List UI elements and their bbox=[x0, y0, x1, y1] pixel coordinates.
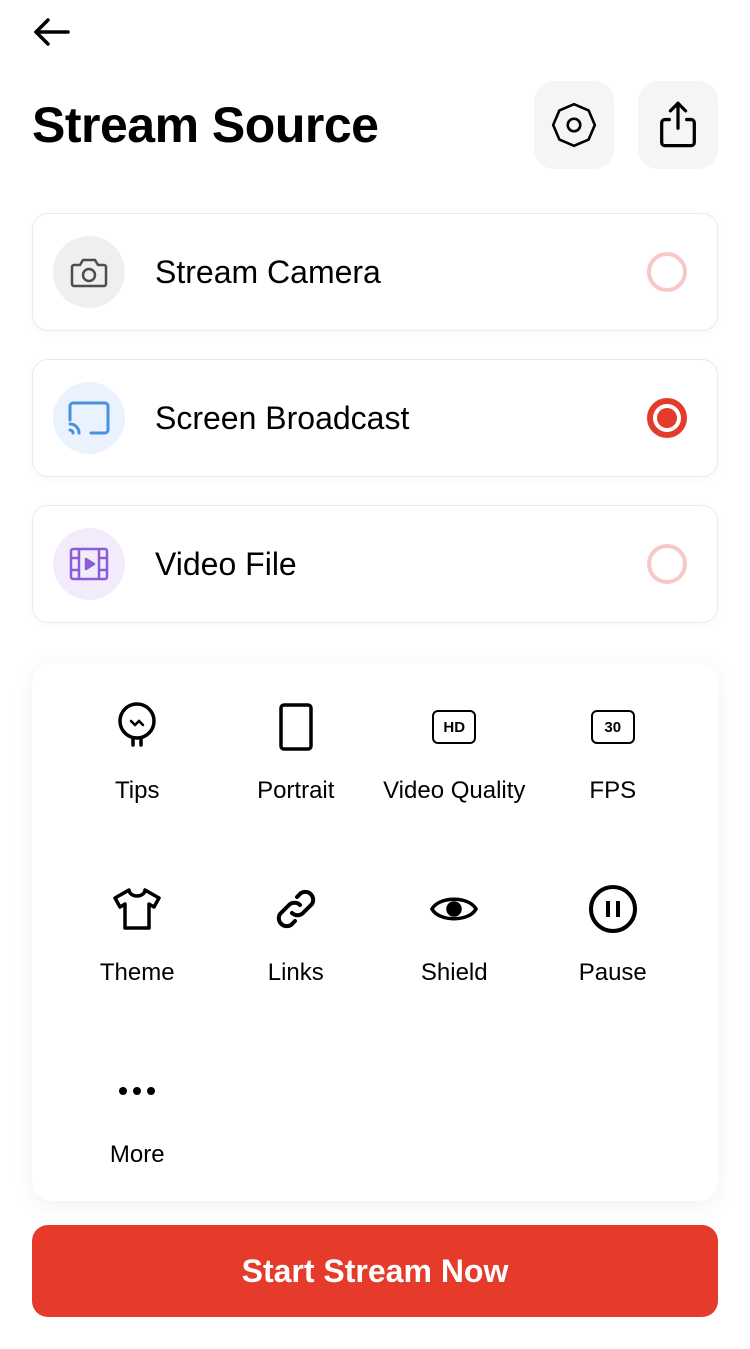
tool-pause[interactable]: Pause bbox=[534, 881, 693, 987]
tool-video-quality[interactable]: HD Video Quality bbox=[375, 699, 534, 805]
tool-theme[interactable]: Theme bbox=[58, 881, 217, 987]
pause-icon bbox=[585, 881, 641, 937]
source-video-file[interactable]: Video File bbox=[32, 505, 718, 623]
shirt-icon bbox=[109, 881, 165, 937]
tool-fps[interactable]: 30 FPS bbox=[534, 699, 693, 805]
arrow-left-icon bbox=[32, 16, 72, 48]
radio-unselected bbox=[647, 252, 687, 292]
source-label: Screen Broadcast bbox=[155, 400, 617, 437]
tools-panel: Tips Portrait HD Video Quality 30 bbox=[32, 663, 718, 1201]
back-button[interactable] bbox=[32, 16, 72, 48]
portrait-icon bbox=[268, 699, 324, 755]
tool-tips[interactable]: Tips bbox=[58, 699, 217, 805]
tool-more[interactable]: More bbox=[58, 1063, 217, 1169]
camera-icon bbox=[53, 236, 125, 308]
radio-selected bbox=[647, 398, 687, 438]
source-stream-camera[interactable]: Stream Camera bbox=[32, 213, 718, 331]
source-screen-broadcast[interactable]: Screen Broadcast bbox=[32, 359, 718, 477]
settings-button[interactable] bbox=[534, 81, 614, 169]
tool-label: Theme bbox=[100, 959, 175, 987]
film-icon bbox=[53, 528, 125, 600]
radio-unselected bbox=[647, 544, 687, 584]
cast-icon bbox=[53, 382, 125, 454]
start-stream-button[interactable]: Start Stream Now bbox=[32, 1225, 718, 1317]
gear-icon bbox=[549, 100, 599, 150]
share-button[interactable] bbox=[638, 81, 718, 169]
source-label: Video File bbox=[155, 546, 617, 583]
tool-label: Portrait bbox=[257, 777, 334, 805]
source-label: Stream Camera bbox=[155, 254, 617, 291]
tool-links[interactable]: Links bbox=[217, 881, 376, 987]
hd-badge-icon: HD bbox=[426, 699, 482, 755]
link-icon bbox=[268, 881, 324, 937]
tool-label: FPS bbox=[589, 777, 636, 805]
tool-shield[interactable]: Shield bbox=[375, 881, 534, 987]
tool-label: Pause bbox=[579, 959, 647, 987]
tool-label: Links bbox=[268, 959, 324, 987]
tool-label: Video Quality bbox=[383, 777, 525, 805]
lightbulb-icon bbox=[109, 699, 165, 755]
fps-badge-icon: 30 bbox=[585, 699, 641, 755]
tool-label: More bbox=[110, 1141, 165, 1169]
tool-portrait[interactable]: Portrait bbox=[217, 699, 376, 805]
tool-label: Shield bbox=[421, 959, 488, 987]
tool-label: Tips bbox=[115, 777, 159, 805]
eye-icon bbox=[426, 881, 482, 937]
share-icon bbox=[656, 100, 700, 150]
more-dots-icon bbox=[109, 1063, 165, 1119]
page-title: Stream Source bbox=[32, 96, 378, 154]
